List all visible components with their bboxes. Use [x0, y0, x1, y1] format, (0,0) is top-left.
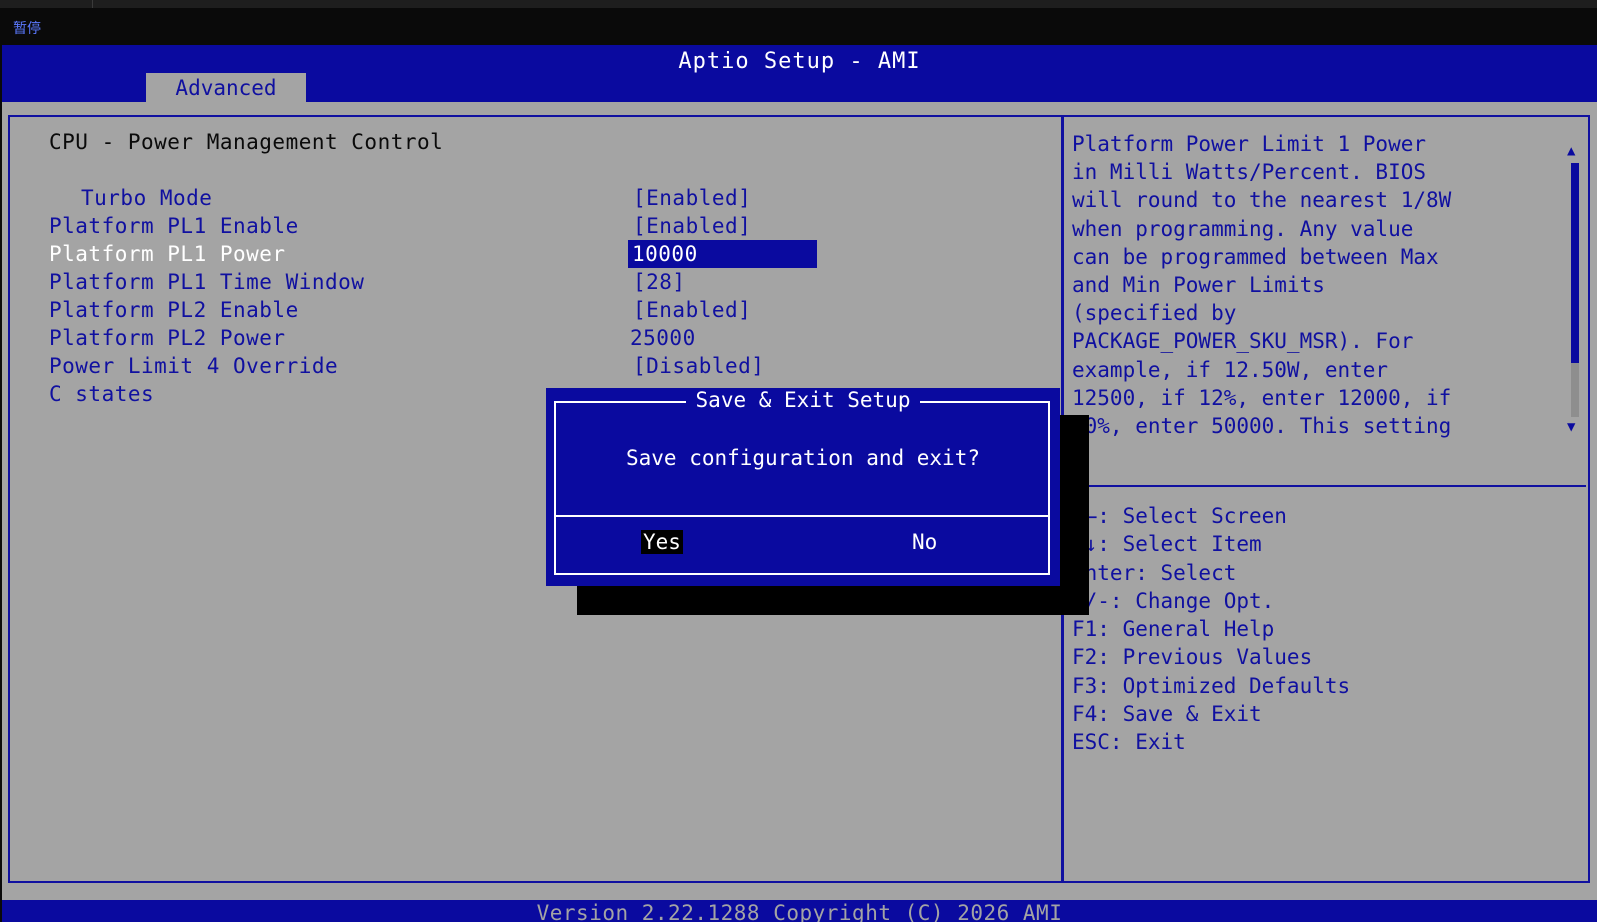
scroll-down-icon[interactable]: ▼ [1567, 419, 1575, 435]
yes-button[interactable]: Yes [641, 530, 683, 554]
help-text: Platform Power Limit 1 Power in Milli Wa… [1072, 130, 1552, 440]
key-hint: ESC: Exit [1072, 730, 1186, 755]
viewer-tab-separator [92, 0, 93, 8]
help-line: example, if 12.50W, enter [1072, 357, 1389, 382]
pause-label[interactable]: 暂停 [13, 18, 41, 38]
setting-label-c-states[interactable]: C states [49, 382, 154, 406]
dialog-title: Save & Exit Setup [685, 388, 921, 412]
setting-label-turbo-mode[interactable]: Turbo Mode [81, 186, 212, 210]
help-line: PACKAGE_POWER_SKU_MSR). For [1072, 329, 1414, 354]
help-line: (specified by [1072, 301, 1237, 326]
dialog-title-wrap: Save & Exit Setup [546, 388, 1060, 412]
scroll-up-icon[interactable]: ▲ [1567, 143, 1575, 159]
setting-label-pl4-override[interactable]: Power Limit 4 Override [49, 354, 338, 378]
setting-value-pl1-power[interactable]: 10000 [630, 242, 700, 266]
setting-value-pl4-override[interactable]: [Disabled] [633, 354, 764, 378]
setting-label-pl1-enable[interactable]: Platform PL1 Enable [49, 214, 299, 238]
setting-value-pl1-time-window[interactable]: [28] [633, 270, 686, 294]
key-hint: ↑↓: Select Item [1072, 532, 1262, 557]
help-line: when programming. Any value [1072, 216, 1414, 241]
setting-value-pl2-power[interactable]: 25000 [630, 326, 696, 350]
help-line: Platform Power Limit 1 Power [1072, 132, 1427, 156]
scrollbar-thumb[interactable] [1571, 163, 1579, 363]
key-hint: Enter: Select [1072, 560, 1237, 585]
key-hint: F1: General Help [1072, 617, 1275, 642]
bios-header: Aptio Setup - AMI Advanced [2, 45, 1597, 102]
help-scrollbar[interactable]: ▲ ▼ [1567, 143, 1581, 435]
help-line: 12500, if 12%, enter 12000, if [1072, 385, 1452, 410]
setting-label-pl2-power[interactable]: Platform PL2 Power [49, 326, 286, 350]
app-title: Aptio Setup - AMI [678, 49, 921, 74]
version-text: Version 2.22.1288 Copyright (C) 2026 AMI [536, 901, 1063, 922]
key-hint: F3: Optimized Defaults [1072, 673, 1351, 698]
dialog-frame [554, 401, 1050, 575]
viewer-top-bar [0, 0, 1597, 8]
key-hint: +/-: Change Opt. [1072, 588, 1275, 613]
help-line: and Min Power Limits [1072, 273, 1325, 298]
bios-footer: Version 2.22.1288 Copyright (C) 2026 AMI [2, 900, 1597, 922]
dialog-separator [554, 515, 1050, 517]
page-heading: CPU - Power Management Control [49, 130, 444, 154]
setting-value-turbo-mode[interactable]: [Enabled] [633, 186, 751, 210]
key-legend: →←: Select Screen ↑↓: Select Item Enter:… [1072, 502, 1350, 757]
no-button[interactable]: No [912, 530, 937, 554]
help-line: will round to the nearest 1/8W [1072, 188, 1452, 213]
save-exit-dialog: Save & Exit Setup Save configuration and… [546, 388, 1060, 586]
key-hint: F2: Previous Values [1072, 645, 1313, 670]
setting-label-pl2-enable[interactable]: Platform PL2 Enable [49, 298, 299, 322]
help-divider [1068, 485, 1586, 487]
dialog-message: Save configuration and exit? [625, 446, 980, 470]
tab-advanced[interactable]: Advanced [146, 73, 306, 102]
help-line: can be programmed between Max [1072, 244, 1439, 269]
help-line: in Milli Watts/Percent. BIOS [1072, 160, 1427, 185]
setting-label-pl1-time-window[interactable]: Platform PL1 Time Window [49, 270, 364, 294]
key-hint: →←: Select Screen [1072, 504, 1287, 528]
setting-label-pl1-power[interactable]: Platform PL1 Power [49, 242, 286, 266]
help-line: 50%, enter 50000. This setting [1072, 414, 1452, 439]
setting-value-pl1-enable[interactable]: [Enabled] [633, 214, 751, 238]
key-hint: F4: Save & Exit [1072, 702, 1262, 727]
setting-value-pl2-enable[interactable]: [Enabled] [633, 298, 751, 322]
